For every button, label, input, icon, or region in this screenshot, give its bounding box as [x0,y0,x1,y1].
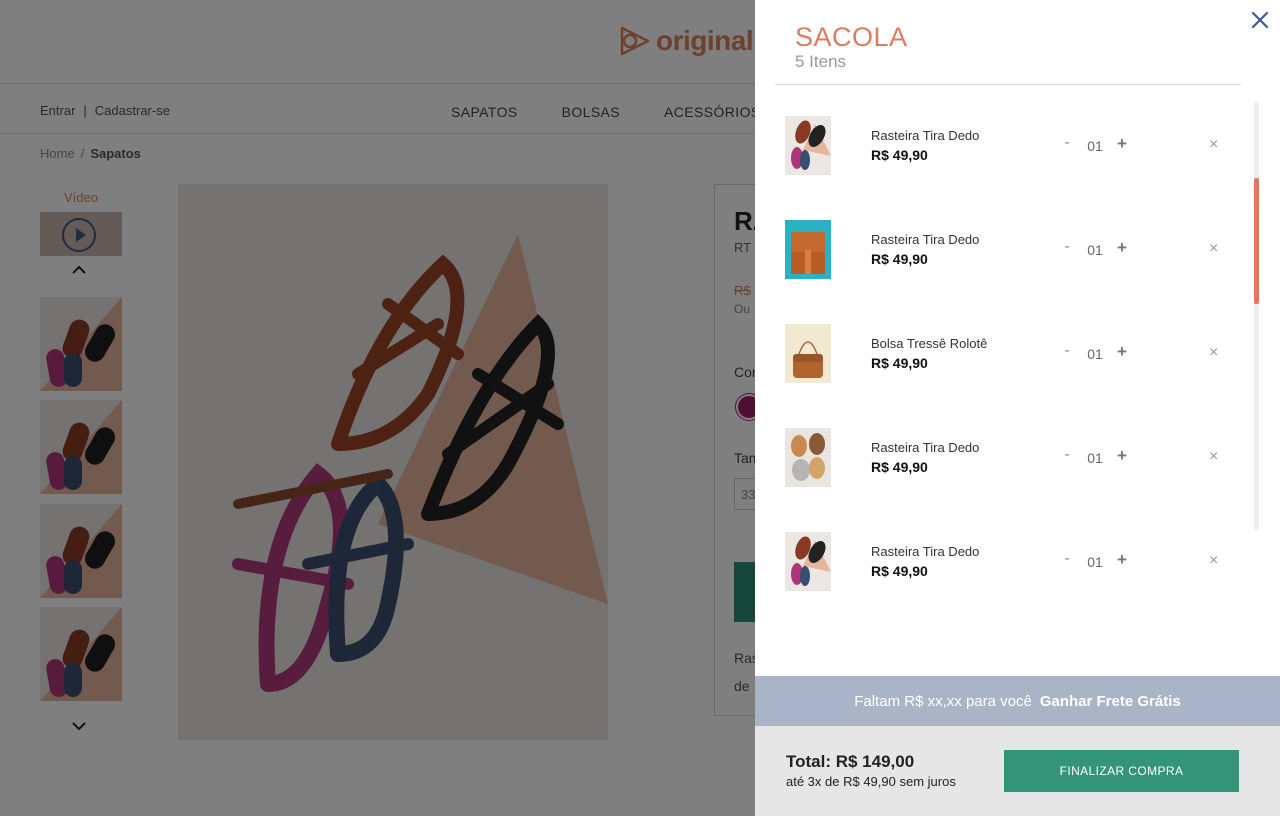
cart-item-price: R$ 49,90 [871,563,928,579]
quantity-value: 01 [1087,138,1103,154]
close-icon[interactable] [1248,8,1272,32]
quantity-value: 01 [1087,346,1103,362]
cart-item-price: R$ 49,90 [871,147,928,163]
quantity-value: 01 [1087,450,1103,466]
cart-item-image[interactable] [785,116,831,175]
quantity-increase-button[interactable]: + [1117,238,1127,258]
modal-backdrop[interactable] [0,0,755,816]
cart-item-name: Rasteira Tira Dedo [871,232,980,247]
cart-item-name: Bolsa Tressê Rolotê [871,336,988,351]
cart-item: Rasteira Tira Dedo R$ 49,90 - 01 + × [785,532,1225,592]
cart-item-name: Rasteira Tira Dedo [871,440,980,455]
free-shipping-banner: Faltam R$ xx,xx para você Ganhar Frete G… [755,676,1280,726]
cart-installments: até 3x de R$ 49,90 sem juros [786,774,956,789]
cart-item-name: Rasteira Tira Dedo [871,128,980,143]
quantity-decrease-button[interactable]: - [1061,446,1073,464]
cart-item-name: Rasteira Tira Dedo [871,544,980,559]
quantity-decrease-button[interactable]: - [1061,238,1073,256]
remove-item-icon[interactable]: × [1209,344,1218,362]
free-shipping-text: Faltam R$ xx,xx para você [854,692,1032,710]
cart-scrollbar-thumb[interactable] [1254,178,1259,304]
cart-item: Bolsa Tressê Rolotê R$ 49,90 - 01 + × [785,324,1225,384]
quantity-increase-button[interactable]: + [1117,446,1127,466]
cart-item-price: R$ 49,90 [871,251,928,267]
quantity-increase-button[interactable]: + [1117,550,1127,570]
cart-item-price: R$ 49,90 [871,355,928,371]
cart-item-image[interactable] [785,532,831,591]
cart-item: Rasteira Tira Dedo R$ 49,90 - 01 + × [785,428,1225,488]
divider [775,84,1241,85]
quantity-increase-button[interactable]: + [1117,134,1127,154]
remove-item-icon[interactable]: × [1209,448,1218,466]
quantity-decrease-button[interactable]: - [1061,134,1073,152]
quantity-value: 01 [1087,554,1103,570]
cart-scrollbar[interactable] [1254,102,1259,530]
cart-footer: Total: R$ 149,00 até 3x de R$ 49,90 sem … [755,726,1280,816]
quantity-increase-button[interactable]: + [1117,342,1127,362]
checkout-button[interactable]: FINALIZAR COMPRA [1004,750,1239,792]
cart-item-image[interactable] [785,428,831,487]
cart-drawer: SACOLA 5 Itens Rasteira Tira Dedo R$ 49,… [755,0,1280,816]
cart-title: SACOLA [795,22,908,52]
cart-item: Rasteira Tira Dedo R$ 49,90 - 01 + × [785,116,1225,176]
free-shipping-highlight: Ganhar Frete Grátis [1039,692,1181,710]
cart-item-image[interactable] [785,220,831,279]
quantity-value: 01 [1087,242,1103,258]
quantity-decrease-button[interactable]: - [1061,550,1073,568]
cart-item-count: 5 Itens [795,52,847,71]
remove-item-icon[interactable]: × [1209,136,1218,154]
remove-item-icon[interactable]: × [1209,552,1218,570]
cart-item: Rasteira Tira Dedo R$ 49,90 - 01 + × [785,220,1225,280]
remove-item-icon[interactable]: × [1209,240,1218,258]
cart-total: Total: R$ 149,00 [786,752,915,771]
cart-item-image[interactable] [785,324,831,383]
quantity-decrease-button[interactable]: - [1061,342,1073,360]
cart-item-price: R$ 49,90 [871,459,928,475]
